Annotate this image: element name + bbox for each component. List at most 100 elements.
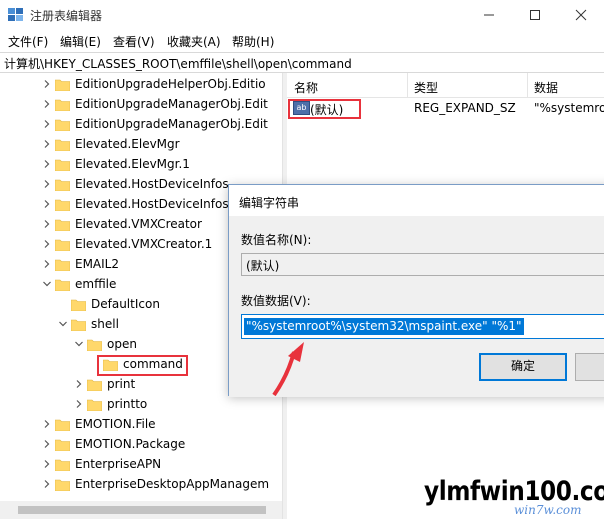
value-type: REG_EXPAND_SZ: [414, 101, 516, 115]
folder-icon: [55, 99, 70, 111]
chevron-right-icon[interactable]: [42, 119, 52, 129]
list-header: 名称 类型 数据: [287, 73, 604, 98]
folder-icon: [55, 259, 70, 271]
tree-item-enterprisedesktopappmanagem[interactable]: EnterpriseDesktopAppManagem: [0, 475, 282, 495]
annotation-arrow-icon: [272, 342, 304, 397]
tree-item-editionupgrademanagerobj-edit[interactable]: EditionUpgradeManagerObj.Edit: [0, 95, 282, 115]
chevron-right-icon[interactable]: [42, 199, 52, 209]
tree-item-label: EMAIL2: [75, 257, 120, 271]
folder-open-icon: [71, 319, 86, 331]
chevron-down-icon[interactable]: [74, 339, 84, 349]
chevron-right-icon[interactable]: [42, 99, 52, 109]
value-data-selected-text[interactable]: "%systemroot%\system32\mspaint.exe" "%1": [244, 318, 524, 335]
value-name-field: (默认): [241, 253, 604, 276]
folder-icon: [55, 419, 70, 431]
tree-horizontal-scrollbar[interactable]: [0, 501, 282, 519]
maximize-button[interactable]: [512, 0, 558, 30]
folder-icon: [55, 139, 70, 151]
tree-item-elevated-elevmgr-1[interactable]: Elevated.ElevMgr.1: [0, 155, 282, 175]
folder-icon: [55, 459, 70, 471]
chevron-right-icon[interactable]: [74, 379, 84, 389]
scrollbar-thumb[interactable]: [18, 506, 266, 514]
folder-open-icon: [87, 339, 102, 351]
chevron-right-icon[interactable]: [42, 259, 52, 269]
tree-item-elevated-elevmgr[interactable]: Elevated.ElevMgr: [0, 135, 282, 155]
chevron-right-icon[interactable]: [42, 239, 52, 249]
menu-edit[interactable]: 编辑(E): [60, 33, 101, 50]
value-data-label: 数值数据(V):: [241, 294, 311, 308]
chevron-right-icon[interactable]: [74, 399, 84, 409]
maximize-icon: [530, 10, 540, 20]
folder-icon: [55, 179, 70, 191]
menu-file[interactable]: 文件(F): [8, 33, 48, 50]
menu-help[interactable]: 帮助(H): [232, 33, 274, 50]
site-watermark: ylmfwin100.com win7w.com: [424, 476, 604, 519]
tree-item-label: EnterpriseAPN: [75, 457, 162, 471]
chevron-down-icon[interactable]: [58, 319, 68, 329]
value-data-input[interactable]: "%systemroot%\system32\mspaint.exe" "%1": [241, 314, 604, 339]
tree-item-printto[interactable]: printto: [0, 395, 282, 415]
menu-view[interactable]: 查看(V): [113, 33, 155, 50]
annotation-highlight-box: [97, 355, 188, 376]
tree-item-label: Elevated.ElevMgr.1: [75, 157, 190, 171]
address-bar[interactable]: 计算机\HKEY_CLASSES_ROOT\emffile\shell\open…: [0, 52, 604, 73]
close-icon: [575, 9, 587, 21]
tree-item-label: emffile: [75, 277, 117, 291]
chevron-down-icon[interactable]: [42, 279, 52, 289]
chevron-right-icon[interactable]: [42, 439, 52, 449]
chevron-right-icon[interactable]: [42, 419, 52, 429]
list-item[interactable]: ab (默认) REG_EXPAND_SZ "%systemroo: [287, 99, 604, 119]
title-bar[interactable]: 注册表编辑器: [0, 0, 604, 30]
address-path[interactable]: 计算机\HKEY_CLASSES_ROOT\emffile\shell\open…: [4, 55, 352, 72]
tree-item-label: Elevated.ElevMgr: [75, 137, 180, 151]
folder-icon: [71, 299, 86, 311]
ok-button[interactable]: 确定: [479, 353, 567, 381]
tree-item-label: DefaultIcon: [91, 297, 160, 311]
menu-bar: 文件(F) 编辑(E) 查看(V) 收藏夹(A) 帮助(H): [0, 30, 604, 52]
chevron-right-icon[interactable]: [42, 179, 52, 189]
chevron-right-icon[interactable]: [42, 139, 52, 149]
folder-icon: [55, 479, 70, 491]
value-name-text: (默认): [246, 259, 280, 273]
minimize-button[interactable]: [466, 0, 512, 30]
tree-item-label: Elevated.HostDeviceInfos.1: [75, 197, 241, 211]
tree-item-editionupgradehelperobj-editio[interactable]: EditionUpgradeHelperObj.Editio: [0, 75, 282, 95]
value-name-label: 数值名称(N):: [241, 233, 312, 247]
folder-icon: [55, 199, 70, 211]
tree-item-emotion-file[interactable]: EMOTION.File: [0, 415, 282, 435]
folder-icon: [55, 159, 70, 171]
tree-item-label: Elevated.VMXCreator.1: [75, 237, 213, 251]
registry-editor-window: 注册表编辑器 文件(F) 编辑(E) 查看(V) 收藏夹(A) 帮助(H) 计算…: [0, 0, 604, 519]
column-divider[interactable]: [527, 73, 528, 98]
dialog-title: 编辑字符串: [239, 196, 300, 210]
registry-editor-app-icon: [8, 8, 23, 21]
folder-open-icon: [55, 279, 70, 291]
tree-item-label: Elevated.HostDeviceInfos: [75, 177, 229, 191]
watermark-sub-text: win7w.com: [514, 503, 582, 517]
tree-item-editionupgrademanagerobj-edit[interactable]: EditionUpgradeManagerObj.Edit: [0, 115, 282, 135]
window-title: 注册表编辑器: [30, 9, 103, 23]
chevron-right-icon[interactable]: [42, 79, 52, 89]
annotation-highlight-box: [288, 99, 361, 119]
tree-item-label: EMOTION.Package: [75, 437, 186, 451]
column-divider[interactable]: [407, 73, 408, 98]
tree-item-enterpriseapn[interactable]: EnterpriseAPN: [0, 455, 282, 475]
cancel-button[interactable]: [575, 353, 604, 381]
column-header-name[interactable]: 名称: [294, 79, 318, 96]
chevron-right-icon[interactable]: [42, 219, 52, 229]
value-data: "%systemroo: [534, 101, 604, 115]
tree-item-label: print: [107, 377, 136, 391]
folder-icon: [55, 119, 70, 131]
minimize-icon: [484, 14, 494, 16]
column-header-data[interactable]: 数据: [534, 79, 558, 96]
tree-item-label: EditionUpgradeManagerObj.Edit: [75, 97, 268, 111]
tree-item-label: EditionUpgradeHelperObj.Editio: [75, 77, 266, 91]
chevron-right-icon[interactable]: [42, 159, 52, 169]
column-header-type[interactable]: 类型: [414, 79, 438, 96]
close-button[interactable]: [558, 0, 604, 30]
chevron-right-icon[interactable]: [42, 479, 52, 489]
chevron-right-icon[interactable]: [42, 459, 52, 469]
tree-item-emotion-package[interactable]: EMOTION.Package: [0, 435, 282, 455]
folder-icon: [87, 399, 102, 411]
menu-favorites[interactable]: 收藏夹(A): [167, 33, 221, 50]
